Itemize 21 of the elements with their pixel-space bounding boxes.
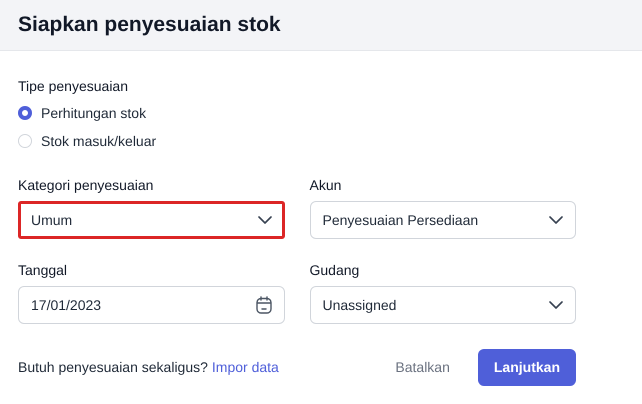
submit-button[interactable]: Lanjutkan — [478, 349, 576, 386]
dialog-title: Siapkan penyesuaian stok — [18, 12, 281, 38]
field-label: Kategori penyesuaian — [18, 176, 154, 195]
dropdown-field[interactable]: Umum — [18, 201, 284, 239]
field-label: Akun — [310, 176, 342, 195]
radio-option[interactable]: Perhitungan stok — [18, 103, 576, 123]
chevron-down-icon — [258, 216, 272, 224]
chevron-down-icon — [549, 301, 563, 309]
calendar-icon — [256, 296, 272, 314]
date-field[interactable]: 17/01/2023 — [18, 286, 284, 324]
radio-option[interactable]: Stok masuk/keluar — [18, 131, 576, 151]
section-label: Tipe penyesuaian — [18, 77, 130, 96]
chevron-down-icon — [549, 216, 563, 224]
dropdown-field[interactable]: Unassigned — [310, 286, 576, 324]
dropdown-field[interactable]: Penyesuaian Persediaan — [310, 201, 576, 239]
import-prompt: Butuh penyesuaian sekaligus? — [18, 358, 208, 377]
import-link[interactable]: Impor data — [212, 357, 279, 378]
radio-button[interactable] — [18, 106, 32, 120]
field-label: Tanggal — [18, 261, 68, 280]
field-label: Gudang — [310, 261, 360, 280]
cancel-button[interactable]: Batalkan — [395, 357, 450, 378]
